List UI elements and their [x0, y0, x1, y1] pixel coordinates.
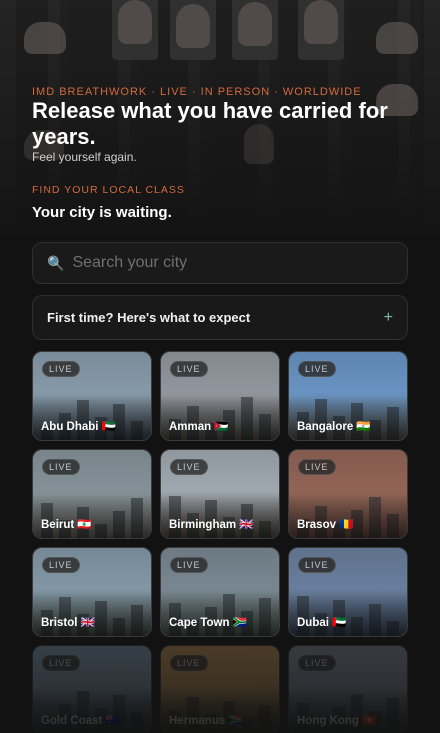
- city-search-box[interactable]: 🔍: [32, 242, 408, 284]
- city-name: Gold Coast 🇦🇺: [41, 715, 120, 727]
- city-name: Beirut 🇱🇧: [41, 519, 92, 531]
- city-card[interactable]: LIVE Dubai 🇦🇪: [288, 547, 408, 637]
- live-badge: LIVE: [170, 655, 208, 671]
- live-badge: LIVE: [42, 655, 80, 671]
- city-card[interactable]: LIVE Hong Kong 🇭🇰: [288, 645, 408, 733]
- finder-label: FIND YOUR LOCAL CLASS: [32, 184, 185, 196]
- city-name: Hong Kong 🇭🇰: [297, 715, 377, 727]
- city-card[interactable]: LIVE Bristol 🇬🇧: [32, 547, 152, 637]
- live-badge: LIVE: [298, 557, 336, 573]
- city-card[interactable]: LIVE Amman 🇯🇴: [160, 351, 280, 441]
- city-search-input[interactable]: [72, 254, 373, 272]
- hero-subtitle: Feel yourself again.: [32, 150, 137, 164]
- city-card[interactable]: LIVE Cape Town 🇿🇦: [160, 547, 280, 637]
- city-card[interactable]: LIVE Gold Coast 🇦🇺: [32, 645, 152, 733]
- city-card[interactable]: LIVE Bangalore 🇮🇳: [288, 351, 408, 441]
- faq-accordion[interactable]: First time? Here's what to expect +: [32, 295, 408, 340]
- city-name: Bangalore 🇮🇳: [297, 421, 371, 433]
- live-badge: LIVE: [170, 557, 208, 573]
- live-badge: LIVE: [42, 459, 80, 475]
- city-card[interactable]: LIVE Birmingham 🇬🇧: [160, 449, 280, 539]
- live-badge: LIVE: [298, 655, 336, 671]
- magnifier-icon: 🔍: [47, 254, 65, 271]
- city-name: Hermanus 🇿🇦: [169, 715, 243, 727]
- city-card[interactable]: LIVE Brasov 🇷🇴: [288, 449, 408, 539]
- city-name: Birmingham 🇬🇧: [169, 519, 254, 531]
- plus-icon[interactable]: +: [384, 309, 393, 327]
- city-name: Cape Town 🇿🇦: [169, 617, 247, 629]
- city-card[interactable]: LIVE Beirut 🇱🇧: [32, 449, 152, 539]
- city-name: Dubai 🇦🇪: [297, 617, 347, 629]
- hero-headline: Release what you have carried for years.: [32, 98, 388, 149]
- live-badge: LIVE: [298, 459, 336, 475]
- city-name: Amman 🇯🇴: [169, 421, 229, 433]
- live-badge: LIVE: [170, 459, 208, 475]
- live-badge: LIVE: [42, 557, 80, 573]
- city-card[interactable]: LIVE Hermanus 🇿🇦: [160, 645, 280, 733]
- live-badge: LIVE: [170, 361, 208, 377]
- live-badge: LIVE: [42, 361, 80, 377]
- city-name: Bristol 🇬🇧: [41, 617, 95, 629]
- city-card[interactable]: LIVE Abu Dhabi 🇦🇪: [32, 351, 152, 441]
- hero-eyebrow: IMD BREATHWORK · LIVE · IN PERSON · WORL…: [32, 86, 362, 98]
- finder-title: Your city is waiting.: [32, 204, 172, 221]
- faq-question: First time? Here's what to expect: [47, 310, 251, 325]
- city-name: Abu Dhabi 🇦🇪: [41, 421, 117, 433]
- live-badge: LIVE: [298, 361, 336, 377]
- city-name: Brasov 🇷🇴: [297, 519, 354, 531]
